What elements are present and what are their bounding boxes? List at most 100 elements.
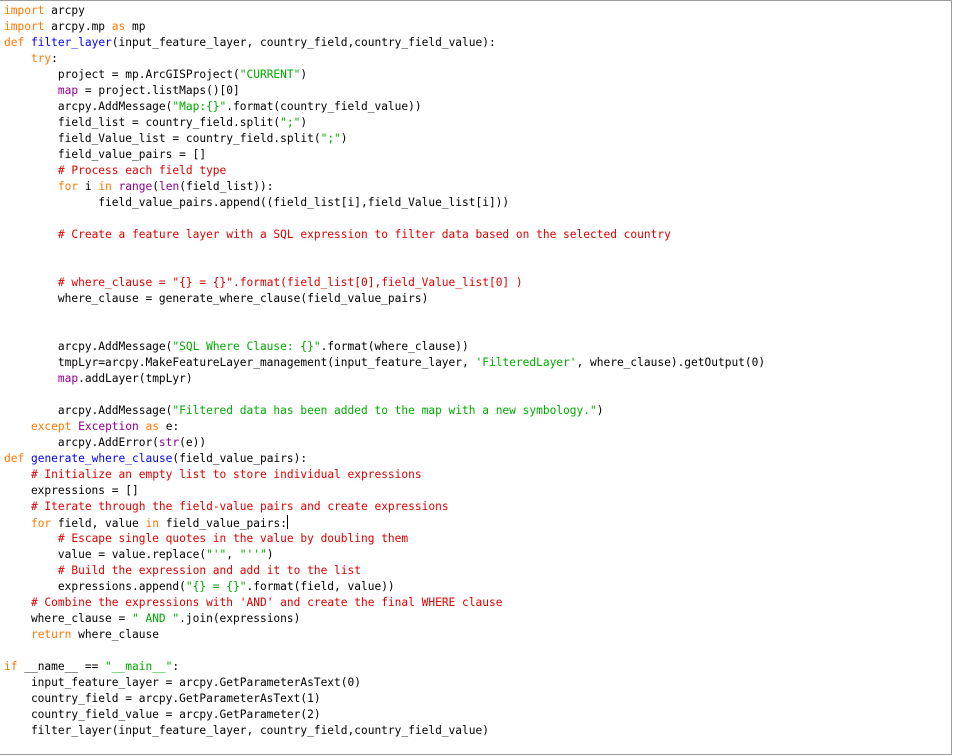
code-line[interactable]: expressions = []: [4, 483, 765, 499]
code-token: input_feature_layer = arcpy.GetParameter…: [4, 676, 361, 689]
code-line[interactable]: arcpy.AddMessage("SQL Where Clause: {}".…: [4, 339, 765, 355]
code-token: (field_value_pairs):: [172, 452, 308, 465]
code-token: .addLayer(tmpLyr): [78, 372, 193, 385]
keyword-token: import: [4, 4, 45, 17]
string-token: "__main__": [105, 660, 173, 673]
code-token: filter_layer(input_feature_layer, countr…: [4, 724, 489, 737]
code-line[interactable]: [4, 387, 765, 403]
code-line[interactable]: except Exception as e:: [4, 419, 765, 435]
code-token: country_field_value = arcpy.GetParameter…: [4, 708, 321, 721]
code-line[interactable]: filter_layer(input_feature_layer, countr…: [4, 723, 765, 739]
code-line[interactable]: field_value_pairs = []: [4, 147, 765, 163]
code-line[interactable]: import arcpy: [4, 3, 765, 19]
code-line[interactable]: if __name__ == "__main__":: [4, 659, 765, 675]
comment-token: # Build the expression and add it to the…: [57, 564, 361, 577]
string-token: 'FilteredLayer': [475, 356, 577, 369]
code-line[interactable]: value = value.replace("'", "''"): [4, 547, 765, 563]
code-line[interactable]: for i in range(len(field_list)):: [4, 179, 765, 195]
code-line[interactable]: arcpy.AddMessage("Map:{}".format(country…: [4, 99, 765, 115]
code-line[interactable]: return where_clause: [4, 627, 765, 643]
comment-token: # Initialize an empty list to store indi…: [30, 468, 422, 481]
keyword-token: def: [4, 452, 25, 465]
code-token: ): [266, 548, 274, 561]
keyword-token: as: [145, 420, 159, 433]
code-line[interactable]: def filter_layer(input_feature_layer, co…: [4, 35, 765, 51]
builtin-token: str: [158, 436, 180, 449]
code-line[interactable]: arcpy.AddError(str(e)): [4, 435, 765, 451]
code-line[interactable]: country_field = arcpy.GetParameterAsText…: [4, 691, 765, 707]
code-line[interactable]: expressions.append("{} = {}".format(fiel…: [4, 579, 765, 595]
code-line[interactable]: input_feature_layer = arcpy.GetParameter…: [4, 675, 765, 691]
code-line[interactable]: arcpy.AddMessage("Filtered data has been…: [4, 403, 765, 419]
code-token: tmpLyr=arcpy.MakeFeatureLayer_management…: [4, 356, 476, 369]
code-token: mp: [125, 20, 146, 33]
code-token: .join(expressions): [179, 612, 301, 625]
code-line[interactable]: project = mp.ArcGISProject("CURRENT"): [4, 67, 765, 83]
text-cursor: [286, 515, 288, 529]
code-line[interactable]: # Escape single quotes in the value by d…: [4, 531, 765, 547]
code-line[interactable]: map.addLayer(tmpLyr): [4, 371, 765, 387]
string-token: "{} = {}": [185, 580, 247, 593]
code-token: value = value.replace(: [4, 548, 207, 561]
string-token: " AND ": [131, 612, 180, 625]
code-token: :: [172, 660, 180, 673]
code-line[interactable]: for field, value in field_value_pairs:: [4, 515, 765, 531]
code-token: field_value_pairs:: [158, 517, 287, 530]
code-token: expressions.append(: [4, 580, 186, 593]
code-token: , where_clause).getOutput(0): [576, 356, 766, 369]
code-line[interactable]: [4, 259, 765, 275]
code-editor[interactable]: import arcpy import arcpy.mp as mp def fil…: [0, 0, 952, 755]
code-token: = project.listMaps()[0]: [78, 84, 240, 97]
code-token: field_Value_list = country_field.split(: [4, 132, 321, 145]
code-line[interactable]: # Create a feature layer with a SQL expr…: [4, 227, 765, 243]
code-line[interactable]: [4, 323, 765, 339]
keyword-token: for: [30, 517, 52, 530]
keyword-token: in: [145, 517, 159, 530]
string-token: "SQL Where Clause: {}": [172, 340, 321, 353]
code-line[interactable]: # Initialize an empty list to store indi…: [4, 467, 765, 483]
code-line[interactable]: [4, 211, 765, 227]
string-token: "Filtered data has been added to the map…: [172, 404, 597, 417]
code-token: field_value_pairs = []: [4, 148, 207, 161]
code-line[interactable]: where_clause = generate_where_clause(fie…: [4, 291, 765, 307]
code-line[interactable]: field_Value_list = country_field.split("…: [4, 131, 765, 147]
string-token: "CURRENT": [239, 68, 301, 81]
code-line[interactable]: field_list = country_field.split(";"): [4, 115, 765, 131]
keyword-token: as: [111, 20, 126, 33]
code-token: field_value_pairs.append((field_list[i],…: [4, 196, 510, 209]
code-line[interactable]: # Process each field type: [4, 163, 765, 179]
keyword-token: try: [30, 52, 52, 65]
code-line[interactable]: where_clause = " AND ".join(expressions): [4, 611, 765, 627]
keyword-token: import: [4, 20, 45, 33]
code-line[interactable]: [4, 243, 765, 259]
code-line[interactable]: [4, 643, 765, 659]
code-line[interactable]: country_field_value = arcpy.GetParameter…: [4, 707, 765, 723]
code-token: where_clause: [71, 628, 159, 641]
builtin-token: range: [118, 180, 153, 193]
code-line[interactable]: tmpLyr=arcpy.MakeFeatureLayer_management…: [4, 355, 765, 371]
code-token: ,: [226, 548, 240, 561]
keyword-token: return: [30, 628, 72, 641]
code-line[interactable]: # Iterate through the field-value pairs …: [4, 499, 765, 515]
code-line[interactable]: map = project.listMaps()[0]: [4, 83, 765, 99]
code-line[interactable]: def generate_where_clause(field_value_pa…: [4, 451, 765, 467]
code-line[interactable]: import arcpy.mp as mp: [4, 19, 765, 35]
keyword-token: in: [98, 180, 112, 193]
code-line[interactable]: # Build the expression and add it to the…: [4, 563, 765, 579]
code-line[interactable]: field_value_pairs.append((field_list[i],…: [4, 195, 765, 211]
comment-token: # Escape single quotes in the value by d…: [57, 532, 409, 545]
code-token: e:: [158, 420, 180, 433]
code-token: (input_feature_layer, country_field,coun…: [111, 36, 496, 49]
code-line[interactable]: # where_clause = "{} = {}".format(field_…: [4, 275, 765, 291]
code-line[interactable]: try:: [4, 51, 765, 67]
string-token: "Map:{}": [172, 100, 227, 113]
code-line[interactable]: # Combine the expressions with 'AND' and…: [4, 595, 765, 611]
code-line[interactable]: [4, 307, 765, 323]
code-text-area[interactable]: import arcpy import arcpy.mp as mp def fil…: [4, 3, 765, 739]
